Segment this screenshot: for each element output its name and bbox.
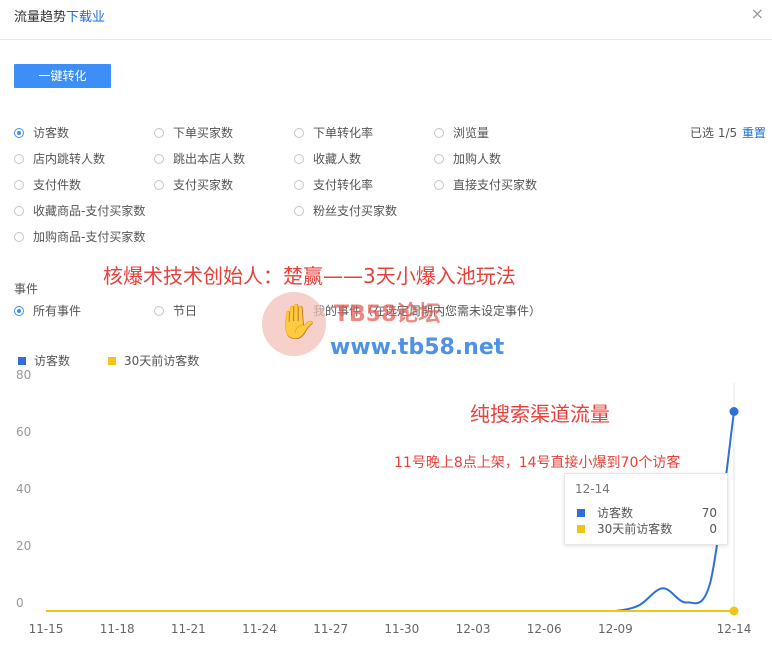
y-tick-label: 0 [16,596,24,610]
tooltip-row-visitors-30d: 30天前访客数 0 [577,520,717,537]
metric-option[interactable]: 加购人数 [434,150,501,167]
tooltip-value-visitors: 70 [701,505,717,520]
watermark-url: www.tb58.net [330,335,505,360]
metric-option-label: 支付转化率 [313,178,374,192]
metric-option[interactable]: 访客数 [14,124,69,141]
x-tick-label: 12-03 [456,622,491,636]
event-option[interactable]: 所有事件 [14,302,81,319]
selected-count: 已选 1/5 [690,126,738,140]
metric-option-label: 粉丝支付买家数 [313,204,398,218]
y-tick-label: 20 [16,539,31,553]
metric-option-label: 跳出本店人数 [173,152,246,166]
metric-option-label: 收藏商品-支付买家数 [33,204,146,218]
tooltip-swatch-visitors [577,508,585,517]
y-tick-label: 80 [16,370,31,382]
event-option-label: 节日 [173,304,198,318]
metric-option[interactable]: 直接支付买家数 [434,176,537,193]
metric-option-label: 直接支付买家数 [453,178,538,192]
metric-option[interactable]: 店内跳转人数 [14,150,105,167]
metric-option[interactable]: 加购商品-支付买家数 [14,228,145,245]
tooltip-date: 12-14 [575,482,610,496]
legend-label-visitors-30d: 30天前访客数 [124,354,200,368]
metric-option-label: 浏览量 [453,126,490,140]
legend-item-visitors[interactable]: 访客数 [18,352,70,369]
x-tick-label: 11-15 [29,622,64,636]
metric-option[interactable]: 浏览量 [434,124,489,141]
x-tick-label: 11-21 [171,622,206,636]
radio-button[interactable] [294,179,304,190]
x-tick-label: 12-09 [598,622,633,636]
metric-option-label: 店内跳转人数 [33,152,106,166]
y-tick-label: 40 [16,482,31,496]
metric-option[interactable]: 收藏人数 [294,150,361,167]
radio-button[interactable] [154,305,164,316]
title-download-link[interactable]: 下载业 [66,10,105,25]
x-tick-label: 11-30 [384,622,419,636]
metric-option[interactable]: 收藏商品-支付买家数 [14,202,145,219]
radio-button[interactable] [14,179,24,190]
data-point-visitors-30d[interactable] [729,606,739,616]
radio-button[interactable] [294,205,304,216]
tooltip-swatch-visitors-30d [577,524,585,533]
radio-button[interactable] [14,205,24,216]
metric-option-label: 支付件数 [33,178,82,192]
convert-button[interactable]: 一键转化 [14,64,111,88]
metric-option[interactable]: 下单转化率 [294,124,373,141]
chart-tooltip: 12-14 访客数 70 30天前访客数 0 [564,473,728,545]
metric-option[interactable]: 支付买家数 [154,176,233,193]
close-icon[interactable]: × [751,4,764,23]
x-tick-label: 12-14 [717,622,752,636]
header-divider [0,39,772,40]
x-tick-label: 11-27 [313,622,348,636]
x-tick-label: 11-18 [100,622,135,636]
metric-option[interactable]: 支付件数 [14,176,81,193]
reset-link[interactable]: 重置 [742,124,766,141]
metric-option[interactable]: 下单买家数 [154,124,233,141]
radio-button[interactable] [294,153,304,164]
title-text: 流量趋势 [14,10,67,25]
overlay-headline: 核爆术技术创始人：楚赢——3天小爆入池玩法 [103,264,516,288]
radio-button[interactable] [14,127,24,138]
radio-button[interactable] [14,305,24,316]
events-label: 事件 [14,282,39,296]
tooltip-value-visitors-30d: 0 [709,521,717,536]
metric-option-label: 收藏人数 [313,152,362,166]
y-tick-label: 60 [16,425,31,439]
metric-option-label: 加购人数 [453,152,502,166]
x-tick-label: 12-06 [527,622,562,636]
radio-button[interactable] [14,153,24,164]
radio-button[interactable] [154,127,164,138]
metric-option-label: 下单转化率 [313,126,374,140]
legend-swatch-visitors [18,356,26,365]
tooltip-row-visitors: 访客数 70 [577,504,717,521]
metric-option[interactable]: 粉丝支付买家数 [294,202,397,219]
event-option-label: 所有事件 [33,304,82,318]
radio-button[interactable] [294,127,304,138]
metric-option-label: 支付买家数 [173,178,234,192]
radio-button[interactable] [154,179,164,190]
metric-option-label: 访客数 [33,126,70,140]
metric-option-label: 下单买家数 [173,126,234,140]
metric-option-label: 加购商品-支付买家数 [33,230,146,244]
x-tick-label: 11-24 [242,622,277,636]
event-option[interactable]: 节日 [154,302,197,319]
dialog-title: 流量趋势下载业 [14,6,105,25]
radio-button[interactable] [14,231,24,242]
legend-label-visitors: 访客数 [34,354,71,368]
legend-item-visitors-30d[interactable]: 30天前访客数 [108,352,199,369]
overlay-detail-note: 11号晚上8点上架，14号直接小爆到70个访客 [394,455,681,471]
radio-button[interactable] [434,127,444,138]
watermark-title: TB58论坛 [334,302,441,327]
metric-option[interactable]: 支付转化率 [294,176,373,193]
hand-icon: ✋ [276,302,319,342]
legend-swatch-visitors-30d [108,356,116,365]
metric-option[interactable]: 跳出本店人数 [154,150,245,167]
tooltip-label-visitors: 访客数 [597,506,634,520]
radio-button[interactable] [434,179,444,190]
overlay-channel-note: 纯搜索渠道流量 [470,402,610,426]
radio-button[interactable] [434,153,444,164]
data-point-visitors[interactable] [729,407,739,416]
tooltip-label-visitors-30d: 30天前访客数 [597,522,673,536]
radio-button[interactable] [154,153,164,164]
